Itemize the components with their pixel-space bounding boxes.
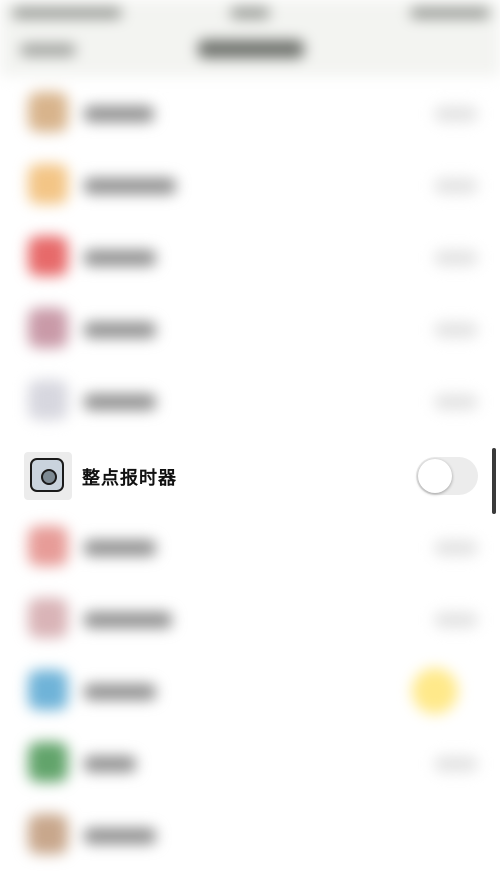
list-item[interactable] bbox=[0, 584, 500, 656]
list-item-toggle[interactable] bbox=[434, 394, 478, 410]
list-item-toggle[interactable] bbox=[434, 540, 478, 556]
app-icon bbox=[28, 742, 68, 782]
app-icon bbox=[28, 236, 68, 276]
status-bar bbox=[0, 0, 500, 26]
status-bar-time bbox=[230, 8, 270, 18]
list-item-label bbox=[84, 756, 136, 772]
chime-icon bbox=[30, 458, 64, 492]
list-item-label bbox=[84, 106, 154, 122]
list-item[interactable] bbox=[0, 222, 500, 294]
app-icon bbox=[28, 380, 68, 420]
scrollbar-thumb[interactable] bbox=[492, 448, 496, 514]
app-icon bbox=[28, 92, 68, 132]
list-item-label bbox=[84, 540, 156, 556]
app-icon bbox=[28, 598, 68, 638]
list-item-toggle[interactable] bbox=[434, 756, 478, 772]
app-icon bbox=[28, 814, 68, 854]
app-icon bbox=[28, 164, 68, 204]
hourly-chime-toggle[interactable] bbox=[416, 457, 478, 495]
list-item[interactable] bbox=[0, 150, 500, 222]
page-title bbox=[198, 40, 304, 58]
list-item-toggle[interactable] bbox=[434, 178, 478, 194]
list-item-toggle[interactable] bbox=[434, 250, 478, 266]
list-item-label bbox=[84, 178, 176, 194]
list-item[interactable] bbox=[0, 294, 500, 366]
toggle-knob bbox=[418, 459, 452, 493]
list-item-toggle[interactable] bbox=[434, 322, 478, 338]
highlight-blob bbox=[412, 668, 458, 714]
hourly-chime-icon-wrap bbox=[24, 452, 72, 500]
list-item[interactable] bbox=[0, 728, 500, 800]
app-icon bbox=[28, 670, 68, 710]
chime-icon-dot bbox=[41, 469, 57, 485]
list-item-toggle[interactable] bbox=[434, 106, 478, 122]
status-bar-left bbox=[12, 8, 122, 18]
list-item-label bbox=[84, 684, 156, 700]
back-button[interactable] bbox=[20, 44, 76, 56]
list-item-label bbox=[84, 394, 156, 410]
list-item[interactable] bbox=[0, 512, 500, 584]
list-item-label bbox=[84, 250, 156, 266]
list-item-label bbox=[84, 828, 156, 844]
list-item[interactable] bbox=[0, 800, 500, 872]
list-item-toggle[interactable] bbox=[434, 612, 478, 628]
list-item[interactable] bbox=[0, 366, 500, 438]
app-icon bbox=[28, 308, 68, 348]
list-item-hourly-chime[interactable]: 整点报时器 bbox=[0, 440, 500, 512]
list-item-label bbox=[84, 322, 156, 338]
list-item[interactable] bbox=[0, 78, 500, 150]
hourly-chime-label: 整点报时器 bbox=[82, 468, 177, 489]
status-bar-right bbox=[410, 8, 490, 18]
navigation-bar bbox=[0, 26, 500, 76]
list-item-label bbox=[84, 612, 172, 628]
app-icon bbox=[28, 526, 68, 566]
